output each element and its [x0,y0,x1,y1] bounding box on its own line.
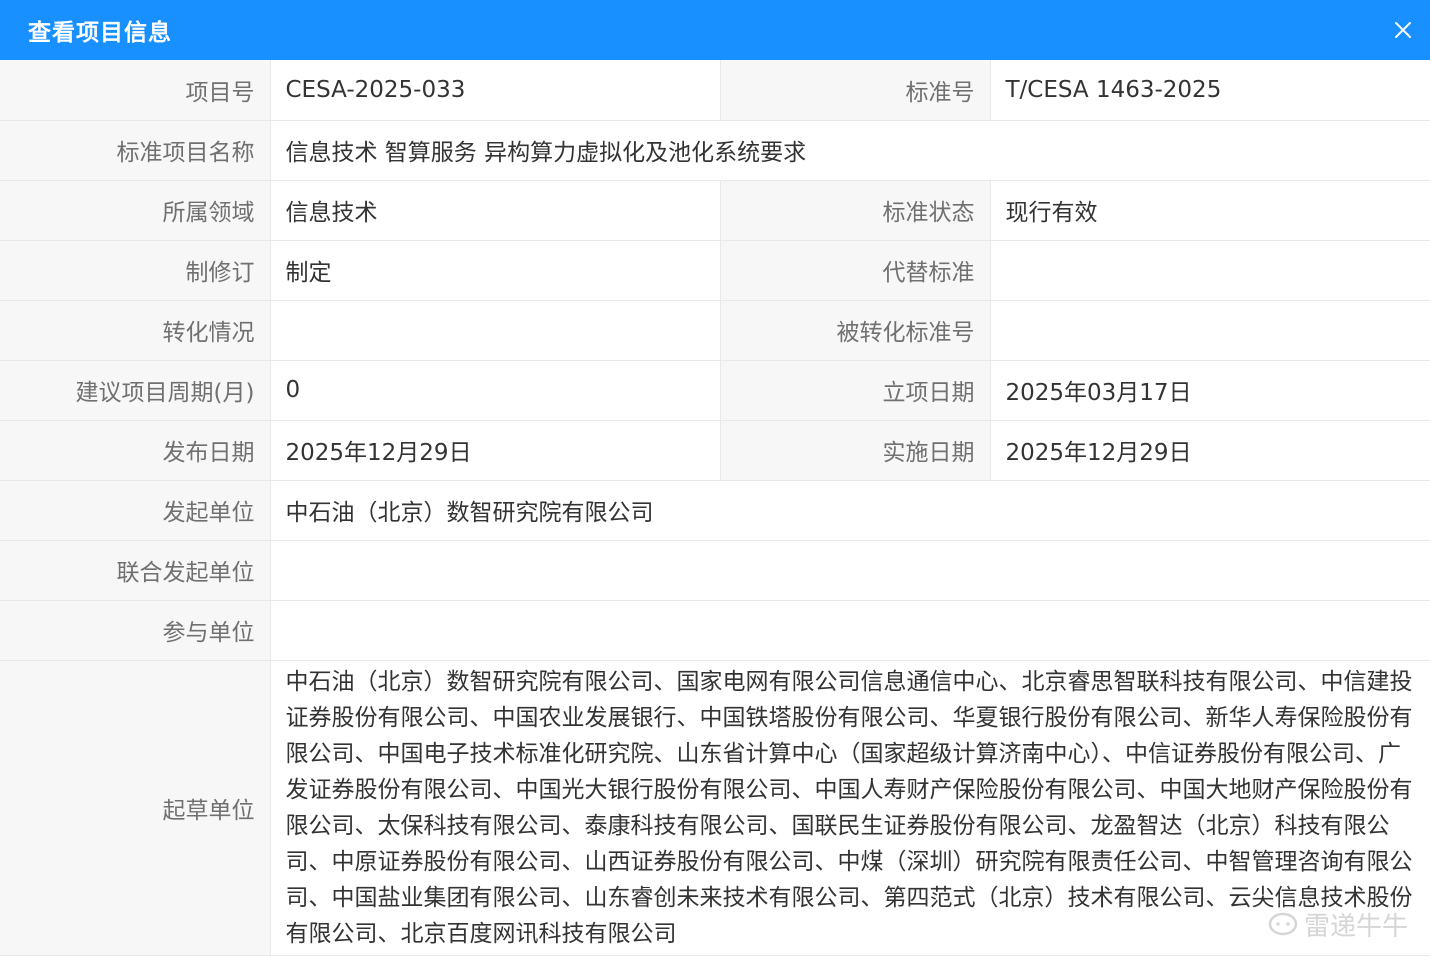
publish-date-label: 发布日期 [0,420,271,481]
participants-value [270,600,1430,661]
name-value: 信息技术 智算服务 异构算力虚拟化及池化系统要求 [270,120,1430,181]
period-value: 0 [270,360,721,421]
joint-initiator-label: 联合发起单位 [0,540,271,601]
table-row: 建议项目周期(月) 0 立项日期 2025年03月17日 [0,360,1430,421]
table-row: 联合发起单位 [0,540,1430,601]
table-row: 制修订 制定 代替标准 [0,240,1430,301]
table-row: 发布日期 2025年12月29日 实施日期 2025年12月29日 [0,420,1430,481]
info-table: 项目号 CESA-2025-033 标准号 T/CESA 1463-2025 标… [0,60,1430,956]
drafters-value: 中石油（北京）数智研究院有限公司、国家电网有限公司信息通信中心、北京睿思智联科技… [270,660,1430,956]
table-row: 发起单位 中石油（北京）数智研究院有限公司 [0,480,1430,541]
approval-date-label: 立项日期 [720,360,991,421]
publish-date-value: 2025年12月29日 [270,420,721,481]
impl-date-value: 2025年12月29日 [990,420,1430,481]
name-label: 标准项目名称 [0,120,271,181]
table-row: 项目号 CESA-2025-033 标准号 T/CESA 1463-2025 [0,60,1430,121]
conversion-value [270,300,721,361]
conversion-label: 转化情况 [0,300,271,361]
replace-value [990,240,1430,301]
close-button[interactable] [1388,15,1418,45]
domain-value: 信息技术 [270,180,721,241]
revision-label: 制修订 [0,240,271,301]
joint-initiator-value [270,540,1430,601]
standard-no-value: T/CESA 1463-2025 [990,60,1430,121]
participants-label: 参与单位 [0,600,271,661]
project-no-value: CESA-2025-033 [270,60,721,121]
domain-label: 所属领域 [0,180,271,241]
table-row: 起草单位 中石油（北京）数智研究院有限公司、国家电网有限公司信息通信中心、北京睿… [0,660,1430,956]
approval-date-value: 2025年03月17日 [990,360,1430,421]
status-value: 现行有效 [990,180,1430,241]
initiator-label: 发起单位 [0,480,271,541]
table-row: 参与单位 [0,600,1430,661]
standard-no-label: 标准号 [720,60,991,121]
drafters-label: 起草单位 [0,660,271,956]
dialog-title: 查看项目信息 [28,20,172,46]
project-info-dialog: 查看项目信息 项目号 CESA-2025-033 标准号 T/CESA 1463… [0,0,1430,957]
converted-no-label: 被转化标准号 [720,300,991,361]
period-label: 建议项目周期(月) [0,360,271,421]
table-row: 转化情况 被转化标准号 [0,300,1430,361]
revision-value: 制定 [270,240,721,301]
replace-label: 代替标准 [720,240,991,301]
close-icon [1395,22,1411,38]
project-no-label: 项目号 [0,60,271,121]
converted-no-value [990,300,1430,361]
table-row: 标准项目名称 信息技术 智算服务 异构算力虚拟化及池化系统要求 [0,120,1430,181]
initiator-value: 中石油（北京）数智研究院有限公司 [270,480,1430,541]
dialog-header: 查看项目信息 [0,0,1430,60]
status-label: 标准状态 [720,180,991,241]
table-row: 所属领域 信息技术 标准状态 现行有效 [0,180,1430,241]
impl-date-label: 实施日期 [720,420,991,481]
